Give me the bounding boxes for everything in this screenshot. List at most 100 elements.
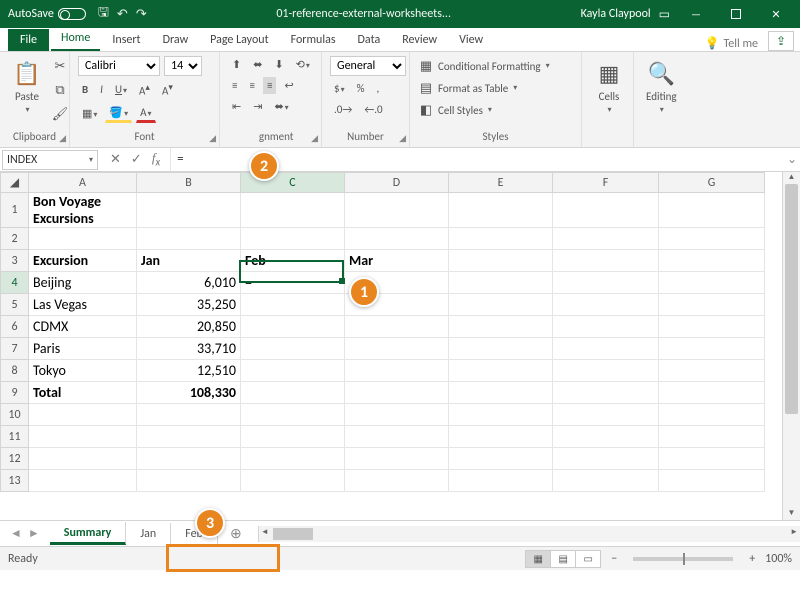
format-as-table-button[interactable]: ▤Format as Table▾ [418, 80, 517, 96]
tab-scroll-right-icon[interactable]: ► [28, 526, 40, 541]
font-color-icon[interactable]: A▾ [136, 104, 155, 123]
name-box[interactable]: INDEX ▾ [2, 150, 98, 170]
cell[interactable]: Beijing [29, 272, 137, 294]
scrollbar-thumb[interactable] [785, 184, 798, 414]
comma-format-icon[interactable]: , [372, 80, 383, 97]
close-button[interactable]: ✕ [756, 0, 796, 28]
row-header[interactable]: 8 [1, 360, 29, 382]
italic-button[interactable]: I [96, 81, 107, 98]
undo-icon[interactable]: ↶ [117, 7, 128, 22]
format-painter-icon[interactable]: 🖌 [52, 106, 68, 122]
font-size-select[interactable]: 14 [164, 56, 202, 76]
cell[interactable]: 6,010 [137, 272, 241, 294]
zoom-in-button[interactable]: + [749, 552, 755, 566]
save-icon[interactable]: 🖫 [98, 3, 109, 25]
orientation-icon[interactable]: ⟲▾ [292, 56, 314, 73]
ribbon-options-icon[interactable]: ▭ [659, 7, 670, 22]
new-sheet-button[interactable]: ⊕ [224, 525, 248, 542]
row-header[interactable]: 5 [1, 294, 29, 316]
tab-draw[interactable]: Draw [153, 29, 199, 51]
align-center-icon[interactable]: ≡ [245, 77, 258, 94]
select-all-button[interactable]: ◢ [1, 173, 29, 193]
increase-decimal-icon[interactable]: .0→ [330, 101, 356, 118]
tab-file[interactable]: File [8, 29, 49, 51]
decrease-indent-icon[interactable]: ⇤ [228, 98, 245, 115]
conditional-formatting-button[interactable]: ▦Conditional Formatting▾ [418, 58, 550, 74]
percent-format-icon[interactable]: % [353, 80, 369, 97]
tab-home[interactable]: Home [51, 27, 100, 51]
expand-formula-bar-icon[interactable]: ⌄ [784, 152, 800, 167]
cell[interactable]: Bon Voyage Excursions [29, 193, 137, 228]
row-header[interactable]: 10 [1, 404, 29, 426]
row-header[interactable]: 11 [1, 426, 29, 448]
maximize-button[interactable] [716, 0, 756, 28]
sheet-tab-summary[interactable]: Summary [50, 522, 127, 545]
column-header[interactable]: G [659, 173, 765, 193]
sheet-tab-jan[interactable]: Jan [126, 523, 171, 545]
merge-center-icon[interactable]: ⬌▾ [270, 98, 292, 115]
row-header[interactable]: 13 [1, 470, 29, 492]
column-header[interactable]: B [137, 173, 241, 193]
column-header[interactable]: E [449, 173, 553, 193]
row-header[interactable]: 7 [1, 338, 29, 360]
cell[interactable]: CDMX [29, 316, 137, 338]
normal-view-button[interactable]: ▦ [525, 550, 551, 568]
redo-icon[interactable]: ↷ [136, 7, 147, 22]
cell[interactable]: Excursion [29, 250, 137, 272]
minimize-button[interactable]: — [676, 0, 716, 28]
horizontal-scrollbar[interactable]: ◄ ► [258, 526, 800, 542]
cell[interactable]: 35,250 [137, 294, 241, 316]
decrease-decimal-icon[interactable]: ←.0 [360, 101, 386, 118]
row-header[interactable]: 9 [1, 382, 29, 404]
scroll-right-icon[interactable]: ► [790, 527, 798, 537]
share-button[interactable]: ⇪ [768, 31, 794, 51]
tab-page-layout[interactable]: Page Layout [200, 29, 278, 51]
scroll-left-icon[interactable]: ◄ [261, 527, 269, 537]
accounting-format-icon[interactable]: $▾ [330, 80, 349, 97]
row-header[interactable]: 1 [1, 193, 29, 228]
align-bottom-icon[interactable]: ⬇ [270, 56, 287, 73]
increase-indent-icon[interactable]: ⇥ [249, 98, 266, 115]
font-name-select[interactable]: Calibri [78, 56, 160, 76]
tab-formulas[interactable]: Formulas [281, 29, 346, 51]
number-format-select[interactable]: General [330, 56, 406, 76]
align-right-icon[interactable]: ≡ [263, 77, 276, 94]
cell[interactable]: Paris [29, 338, 137, 360]
zoom-slider[interactable] [633, 557, 733, 561]
cell[interactable]: Total [29, 382, 137, 404]
paste-button[interactable]: 📋 Paste ▾ [8, 56, 46, 117]
tab-data[interactable]: Data [348, 29, 391, 51]
copy-icon[interactable]: ⧉ [52, 82, 68, 98]
increase-font-icon[interactable]: A▴ [135, 80, 154, 100]
cells-table[interactable]: ◢ A B C D E F G 1Bon Voyage Excursions 2… [0, 172, 765, 492]
fill-color-icon[interactable]: 🪣▾ [105, 104, 132, 123]
enter-formula-icon[interactable]: ✓ [131, 152, 142, 167]
wrap-text-icon[interactable]: ↩ [280, 77, 297, 94]
cell[interactable]: Feb [241, 250, 345, 272]
tell-me[interactable]: 💡 Tell me [705, 36, 758, 51]
cell[interactable]: 33,710 [137, 338, 241, 360]
scroll-down-icon[interactable]: ▼ [783, 508, 800, 520]
align-middle-icon[interactable]: ⬌ [249, 56, 266, 73]
tab-scroll-left-icon[interactable]: ◄ [10, 526, 22, 541]
align-top-icon[interactable]: ⬆ [228, 56, 245, 73]
page-break-view-button[interactable]: ▭ [575, 550, 601, 568]
cell-styles-button[interactable]: ◧Cell Styles▾ [418, 102, 492, 118]
align-left-icon[interactable]: ≡ [228, 77, 241, 94]
column-header[interactable]: A [29, 173, 137, 193]
cut-icon[interactable]: ✂ [52, 58, 68, 74]
tab-review[interactable]: Review [392, 29, 447, 51]
scrollbar-thumb[interactable] [273, 528, 313, 540]
cell[interactable]: 20,850 [137, 316, 241, 338]
tab-insert[interactable]: Insert [102, 29, 150, 51]
cell[interactable]: 12,510 [137, 360, 241, 382]
cell[interactable]: Tokyo [29, 360, 137, 382]
insert-function-icon[interactable]: fx [152, 150, 160, 169]
page-layout-view-button[interactable]: ▤ [550, 550, 576, 568]
active-cell[interactable]: = [241, 272, 345, 294]
scroll-up-icon[interactable]: ▲ [783, 172, 800, 184]
column-header[interactable]: F [553, 173, 659, 193]
dialog-launcher-icon[interactable]: ◢ [209, 133, 216, 144]
autosave-toggle[interactable]: AutoSave [8, 7, 86, 21]
underline-button[interactable]: U▾ [111, 81, 131, 98]
